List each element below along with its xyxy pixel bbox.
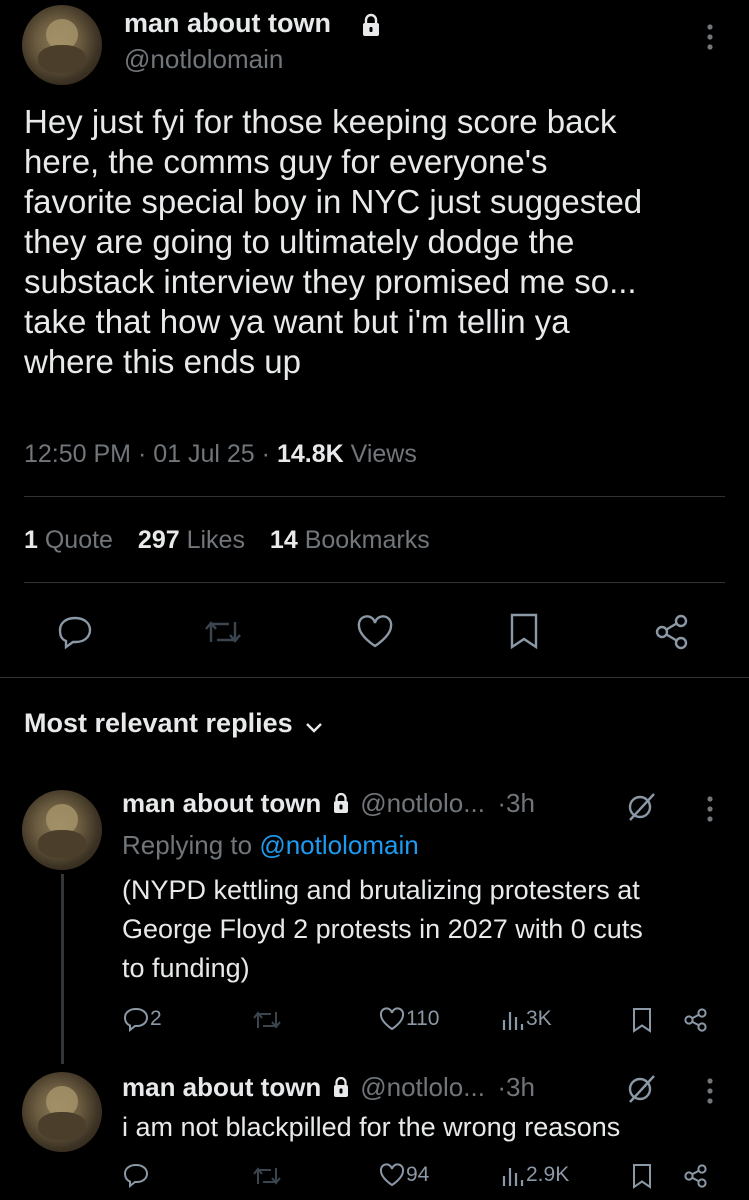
quotes-stat[interactable]: 1 Quote — [24, 526, 113, 554]
reply-text: (NYPD kettling and brutalizing protester… — [122, 871, 732, 988]
bookmarks-stat[interactable]: 14 Bookmarks — [270, 526, 430, 554]
bookmarks-label: Bookmarks — [304, 526, 430, 554]
tweet-text: Hey just fyi for those keeping score bac… — [24, 102, 724, 382]
replying-prefix: Replying to — [122, 830, 253, 860]
reply-avatar[interactable] — [22, 790, 102, 870]
reply-action-like[interactable]: 94 — [378, 1162, 429, 1188]
meta-sep: · — [261, 440, 270, 468]
reply-text-line: (NYPD kettling and brutalizing protester… — [122, 875, 640, 905]
grok-icon[interactable] — [624, 790, 658, 824]
retweet-icon[interactable] — [252, 1008, 282, 1032]
likes-stat[interactable]: 297 Likes — [138, 526, 245, 554]
heart-icon[interactable] — [355, 614, 395, 650]
tweet-time[interactable]: 12:50 PM — [24, 440, 131, 468]
grok-icon[interactable] — [624, 1072, 658, 1106]
tweet-meta: 12:50 PM · 01 Jul 25 · 14.8K Views — [24, 440, 417, 469]
lock-icon — [332, 792, 350, 814]
tweet-text-line: substack interview they promised me so..… — [24, 263, 637, 300]
reply-author-handle[interactable]: @notlolo... — [360, 1072, 485, 1102]
reply-text: i am not blackpilled for the wrong reaso… — [122, 1108, 732, 1147]
tweet-text-line: they are going to ultimately dodge the — [24, 223, 575, 260]
tweet-text-line: here, the comms guy for everyone's — [24, 143, 548, 180]
reply-text-line: George Floyd 2 protests in 2027 with 0 c… — [122, 914, 643, 944]
reply-text-line: i am not blackpilled for the wrong reaso… — [122, 1112, 621, 1142]
reply-time[interactable]: 3h — [506, 788, 535, 818]
heart-icon — [378, 1162, 406, 1188]
reply-action-views[interactable]: 3K — [500, 1006, 552, 1032]
reply-author-name[interactable]: man about town — [122, 788, 321, 818]
reply-author-name[interactable]: man about town — [122, 1072, 321, 1102]
views-label: Views — [350, 440, 417, 468]
bookmark-icon[interactable] — [507, 612, 541, 650]
tweet-text-line: take that how ya want but i'm tellin ya — [24, 303, 570, 340]
share-icon[interactable] — [652, 612, 692, 652]
tweet-text-line: favorite special boy in NYC just suggest… — [24, 183, 643, 220]
reply-header: man about town @notlolo... ·3h — [122, 1072, 535, 1103]
retweet-icon[interactable] — [252, 1164, 282, 1188]
reply-header: man about town @notlolo... ·3h — [122, 788, 535, 819]
bookmark-icon[interactable] — [630, 1162, 654, 1190]
heart-icon — [378, 1006, 406, 1032]
chevron-down-icon — [305, 722, 323, 734]
reply-action-like[interactable]: 110 — [378, 1006, 439, 1032]
meta-sep: · — [497, 1072, 507, 1102]
reply-icon — [122, 1162, 150, 1188]
views-count: 3K — [526, 1007, 552, 1030]
divider — [0, 677, 749, 678]
bookmarks-count: 14 — [269, 526, 298, 554]
lock-icon — [332, 1076, 350, 1098]
reply-action-views[interactable]: 2.9K — [500, 1162, 569, 1188]
bookmark-icon[interactable] — [630, 1006, 654, 1034]
meta-sep: · — [497, 788, 507, 818]
more-vertical-icon[interactable] — [700, 22, 720, 52]
reply-action-reply[interactable]: 2 — [122, 1006, 162, 1032]
author-name[interactable]: man about town — [124, 8, 331, 39]
views-icon — [500, 1006, 526, 1032]
divider — [24, 582, 725, 583]
divider — [24, 496, 725, 497]
views-icon — [500, 1162, 526, 1188]
reply-text-line: to funding) — [122, 953, 250, 983]
lock-icon — [361, 13, 381, 37]
reply-action-reply[interactable] — [122, 1162, 150, 1188]
reply-avatar[interactable] — [22, 1072, 102, 1152]
retweet-icon[interactable] — [203, 616, 243, 648]
tweet-date[interactable]: 01 Jul 25 — [153, 440, 254, 468]
reply-icon[interactable] — [55, 614, 95, 650]
thread-line — [61, 874, 64, 1064]
tweet-text-line: Hey just fyi for those keeping score bac… — [24, 103, 617, 140]
more-vertical-icon[interactable] — [700, 794, 720, 824]
reply-author-handle[interactable]: @notlolo... — [360, 788, 485, 818]
meta-sep: · — [137, 440, 147, 468]
more-vertical-icon[interactable] — [700, 1076, 720, 1106]
views-count: 2.9K — [526, 1163, 570, 1186]
replying-handle-link[interactable]: @notlolomain — [259, 830, 418, 860]
tweet-text-line: where this ends up — [24, 343, 302, 380]
share-icon[interactable] — [682, 1006, 710, 1034]
likes-label: Likes — [186, 526, 245, 554]
reply-count: 2 — [150, 1007, 162, 1030]
reply-icon — [122, 1006, 150, 1032]
reply-time[interactable]: 3h — [506, 1072, 535, 1102]
replies-sort-dropdown[interactable]: Most relevant replies — [24, 708, 323, 739]
quotes-label: Quote — [44, 526, 113, 554]
views-count: 14.8K — [276, 440, 344, 468]
replies-sort-label: Most relevant replies — [24, 708, 293, 738]
likes-count: 297 — [137, 526, 180, 554]
replying-to: Replying to @notlolomain — [122, 830, 419, 861]
author-handle[interactable]: @notlolomain — [124, 44, 283, 75]
share-icon[interactable] — [682, 1162, 710, 1190]
tweet-stats: 1 Quote 297 Likes 14 Bookmarks — [24, 526, 430, 555]
like-count: 94 — [406, 1163, 430, 1186]
like-count: 110 — [406, 1007, 440, 1030]
quotes-count: 1 — [24, 526, 38, 554]
author-avatar[interactable] — [22, 5, 102, 85]
